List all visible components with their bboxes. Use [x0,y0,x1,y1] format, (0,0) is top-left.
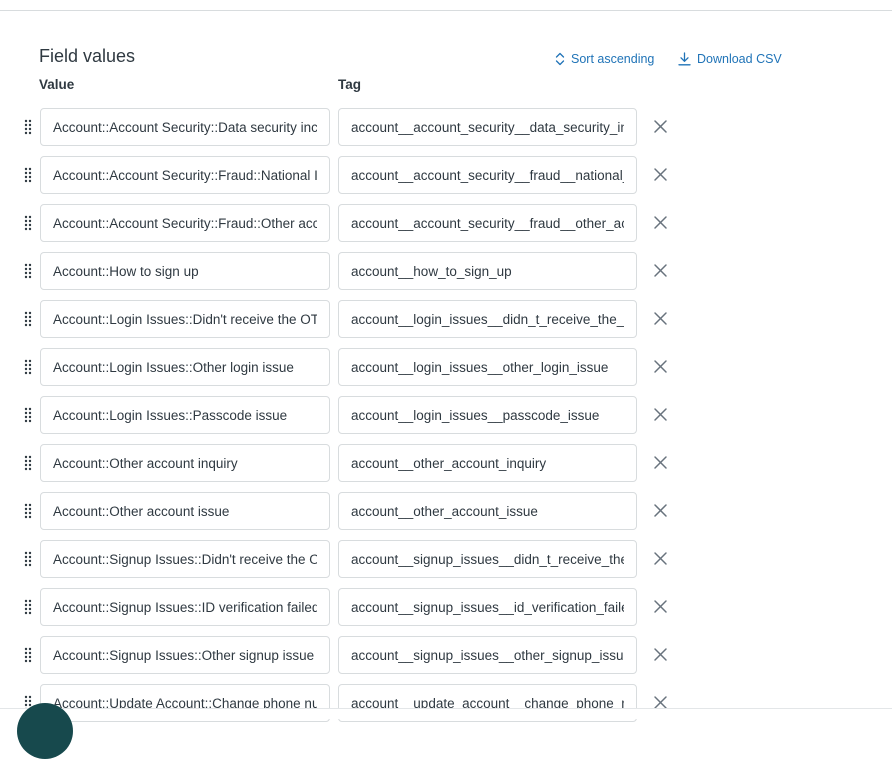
close-icon[interactable] [652,358,669,375]
sort-ascending-label: Sort ascending [571,52,655,66]
tag-input[interactable] [338,588,637,626]
field-value-row [0,203,892,251]
tag-input[interactable] [338,492,637,530]
bottom-bar [0,709,892,719]
field-value-row [0,395,892,443]
sort-icon [555,52,565,66]
field-value-row [0,683,892,731]
close-icon[interactable] [652,406,669,423]
download-icon [678,52,691,66]
field-value-row [0,299,892,347]
field-values-list [0,107,892,731]
field-value-row [0,587,892,635]
value-input[interactable] [40,636,330,674]
drag-handle-icon[interactable] [23,261,33,281]
field-value-row [0,491,892,539]
value-input[interactable] [40,492,330,530]
download-csv-button[interactable]: Download CSV [678,51,782,67]
field-value-row [0,635,892,683]
value-input[interactable] [40,588,330,626]
value-input[interactable] [40,204,330,242]
value-input[interactable] [40,252,330,290]
tag-input[interactable] [338,204,637,242]
close-icon[interactable] [652,166,669,183]
field-value-row [0,539,892,587]
drag-handle-icon[interactable] [23,453,33,473]
sort-ascending-button[interactable]: Sort ascending [555,51,654,67]
drag-handle-icon[interactable] [23,165,33,185]
drag-handle-icon[interactable] [23,501,33,521]
close-icon[interactable] [652,550,669,567]
download-csv-label: Download CSV [697,52,782,66]
close-icon[interactable] [652,118,669,135]
close-icon[interactable] [652,262,669,279]
close-icon[interactable] [652,598,669,615]
value-input[interactable] [40,444,330,482]
help-launcher-button[interactable] [17,703,73,759]
tag-input[interactable] [338,108,637,146]
drag-handle-icon[interactable] [23,597,33,617]
tag-input[interactable] [338,540,637,578]
close-icon[interactable] [652,214,669,231]
tag-input[interactable] [338,444,637,482]
drag-handle-icon[interactable] [23,117,33,137]
value-input[interactable] [40,396,330,434]
field-value-row [0,347,892,395]
field-value-row [0,443,892,491]
drag-handle-icon[interactable] [23,549,33,569]
drag-handle-icon[interactable] [23,357,33,377]
tag-column-header: Tag [338,77,361,92]
value-column-header: Value [39,77,75,92]
drag-handle-icon[interactable] [23,309,33,329]
tag-input[interactable] [338,636,637,674]
close-icon[interactable] [652,646,669,663]
value-input[interactable] [40,108,330,146]
drag-handle-icon[interactable] [23,405,33,425]
drag-handle-icon[interactable] [23,213,33,233]
section-title: Field values [39,46,136,66]
value-input[interactable] [40,540,330,578]
field-value-row [0,155,892,203]
value-input[interactable] [40,300,330,338]
field-value-row [0,251,892,299]
tag-input[interactable] [338,348,637,386]
top-divider [0,10,892,11]
close-icon[interactable] [652,310,669,327]
value-input[interactable] [40,348,330,386]
value-input[interactable] [40,156,330,194]
close-icon[interactable] [652,454,669,471]
drag-handle-icon[interactable] [23,645,33,665]
tag-input[interactable] [338,156,637,194]
tag-input[interactable] [338,300,637,338]
tag-input[interactable] [338,396,637,434]
close-icon[interactable] [652,502,669,519]
field-value-row [0,107,892,155]
tag-input[interactable] [338,252,637,290]
